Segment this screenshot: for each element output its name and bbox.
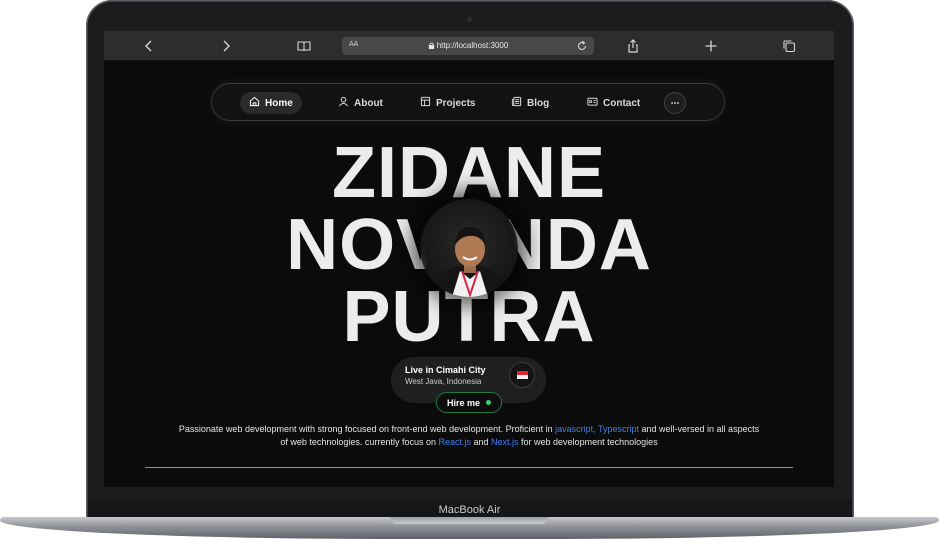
reload-icon[interactable] xyxy=(576,40,588,52)
home-icon xyxy=(249,96,260,110)
nav-contact-label: Contact xyxy=(603,97,641,109)
layout-icon xyxy=(420,96,431,110)
nav-contact[interactable]: Contact xyxy=(578,92,649,114)
nav-projects-label: Projects xyxy=(436,97,476,109)
browser-toolbar: AA http://localhost:3000 xyxy=(104,31,834,61)
bio-text-part: Passionate web development with strong f… xyxy=(178,424,556,434)
plus-icon[interactable] xyxy=(701,36,721,56)
lock-icon xyxy=(428,41,437,50)
nav-blog[interactable]: Blog xyxy=(502,92,558,114)
indonesia-flag-icon xyxy=(509,362,535,388)
location-subtitle: West Java, Indonesia xyxy=(405,377,482,386)
newspaper-icon xyxy=(511,96,522,110)
nav-blog-label: Blog xyxy=(527,97,550,109)
bio-highlight-next: Next.js xyxy=(491,437,519,447)
user-icon xyxy=(338,96,349,110)
nav-projects[interactable]: Projects xyxy=(411,92,484,114)
bio-text-part: and xyxy=(470,437,492,447)
nav-about[interactable]: About xyxy=(329,92,392,114)
camera xyxy=(467,17,472,22)
bio-highlight-languages: javascript, Typescript xyxy=(555,424,640,434)
device-label: MacBook Air xyxy=(438,504,501,516)
url-text: http://localhost:3000 xyxy=(436,41,509,50)
hire-me-label: Hire me xyxy=(446,397,481,408)
id-card-icon xyxy=(587,96,598,110)
profile-photo xyxy=(420,199,518,297)
nav-home[interactable]: Home xyxy=(240,92,302,114)
url-bar[interactable]: AA http://localhost:3000 xyxy=(342,37,594,55)
more-dots-icon[interactable] xyxy=(664,92,686,114)
bio-text: Passionate web development with strong f… xyxy=(178,423,760,449)
bio-text-part: for web development technologies xyxy=(518,437,658,447)
section-divider xyxy=(145,467,793,468)
hire-me-button[interactable]: Hire me xyxy=(436,392,502,413)
bio-highlight-react: React.js xyxy=(438,437,471,447)
nav-about-label: About xyxy=(354,97,383,109)
status-dot-icon xyxy=(486,400,492,405)
chevron-left-icon[interactable] xyxy=(139,36,159,56)
laptop-notch xyxy=(390,517,548,524)
book-icon[interactable] xyxy=(294,36,314,56)
share-icon[interactable] xyxy=(623,36,643,56)
nav-home-label: Home xyxy=(265,97,293,109)
browser-window: AA http://localhost:3000 Home About Proj… xyxy=(104,31,834,487)
tabs-icon[interactable] xyxy=(779,36,799,56)
location-title: Live in Cimahi City xyxy=(405,365,486,375)
site-navbar: Home About Projects Blog Contact xyxy=(211,83,725,121)
chevron-right-icon[interactable] xyxy=(216,36,236,56)
